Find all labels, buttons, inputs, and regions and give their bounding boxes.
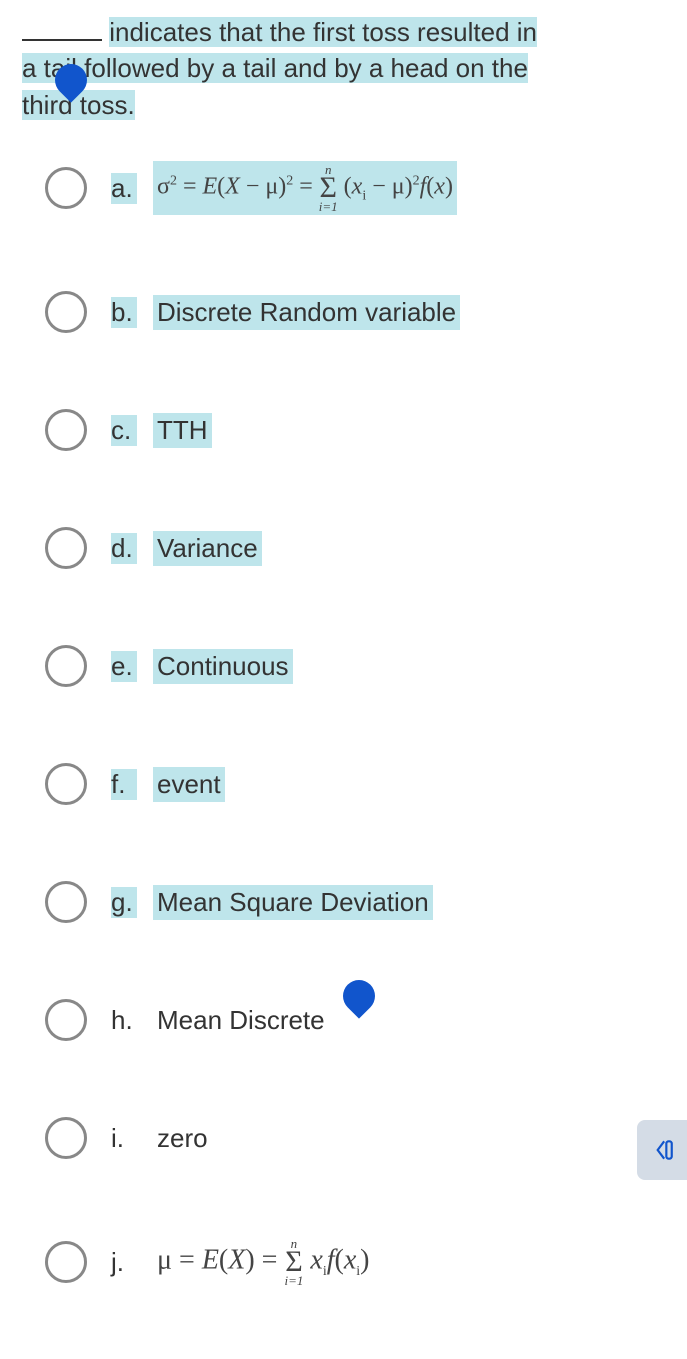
question-part1: indicates that the first toss resulted i… bbox=[109, 17, 537, 47]
radio-f[interactable] bbox=[45, 763, 87, 805]
option-text-g: Mean Square Deviation bbox=[153, 885, 433, 920]
radio-a[interactable] bbox=[45, 167, 87, 209]
option-i[interactable]: i. zero bbox=[45, 1117, 687, 1159]
option-c[interactable]: c. TTH bbox=[45, 409, 687, 451]
option-text-i: zero bbox=[153, 1121, 212, 1156]
option-a[interactable]: a. σ2 = E(X − μ)2 = nΣi=1 (xi − μ)2f(x) bbox=[45, 161, 687, 215]
option-letter-b: b. bbox=[111, 297, 137, 328]
radio-c[interactable] bbox=[45, 409, 87, 451]
option-formula-a: σ2 = E(X − μ)2 = nΣi=1 (xi − μ)2f(x) bbox=[153, 161, 457, 215]
option-letter-h: h. bbox=[111, 1005, 137, 1036]
option-j[interactable]: j. μ = E(X) = nΣi=1 xif(xi) bbox=[45, 1235, 687, 1289]
question-stem: indicates that the first toss resulted i… bbox=[0, 0, 687, 141]
chevron-bracket-icon bbox=[649, 1137, 675, 1163]
option-f[interactable]: f. event bbox=[45, 763, 687, 805]
option-text-d: Variance bbox=[153, 531, 262, 566]
radio-b[interactable] bbox=[45, 291, 87, 333]
option-b[interactable]: b. Discrete Random variable bbox=[45, 291, 687, 333]
option-text-e: Continuous bbox=[153, 649, 293, 684]
option-text-f: event bbox=[153, 767, 225, 802]
blank-line bbox=[22, 39, 102, 41]
radio-e[interactable] bbox=[45, 645, 87, 687]
radio-g[interactable] bbox=[45, 881, 87, 923]
option-letter-d: d. bbox=[111, 533, 137, 564]
option-text-h: Mean Discrete bbox=[153, 1003, 329, 1038]
option-g[interactable]: g. Mean Square Deviation bbox=[45, 881, 687, 923]
option-letter-a: a. bbox=[111, 173, 137, 204]
option-formula-j: μ = E(X) = nΣi=1 xif(xi) bbox=[153, 1235, 373, 1289]
option-e[interactable]: e. Continuous bbox=[45, 645, 687, 687]
option-text-b: Discrete Random variable bbox=[153, 295, 460, 330]
option-letter-g: g. bbox=[111, 887, 137, 918]
radio-h[interactable] bbox=[45, 999, 87, 1041]
option-letter-e: e. bbox=[111, 651, 137, 682]
side-tab-button[interactable] bbox=[637, 1120, 687, 1180]
option-letter-c: c. bbox=[111, 415, 137, 446]
question-part2: a tail followed by a tail and by a head … bbox=[22, 53, 528, 83]
radio-i[interactable] bbox=[45, 1117, 87, 1159]
option-letter-j: j. bbox=[111, 1247, 137, 1278]
radio-j[interactable] bbox=[45, 1241, 87, 1283]
option-letter-f: f. bbox=[111, 769, 137, 800]
options-list: a. σ2 = E(X − μ)2 = nΣi=1 (xi − μ)2f(x) … bbox=[0, 141, 687, 1289]
option-d[interactable]: d. Variance bbox=[45, 527, 687, 569]
option-letter-i: i. bbox=[111, 1123, 137, 1154]
option-text-c: TTH bbox=[153, 413, 212, 448]
radio-d[interactable] bbox=[45, 527, 87, 569]
